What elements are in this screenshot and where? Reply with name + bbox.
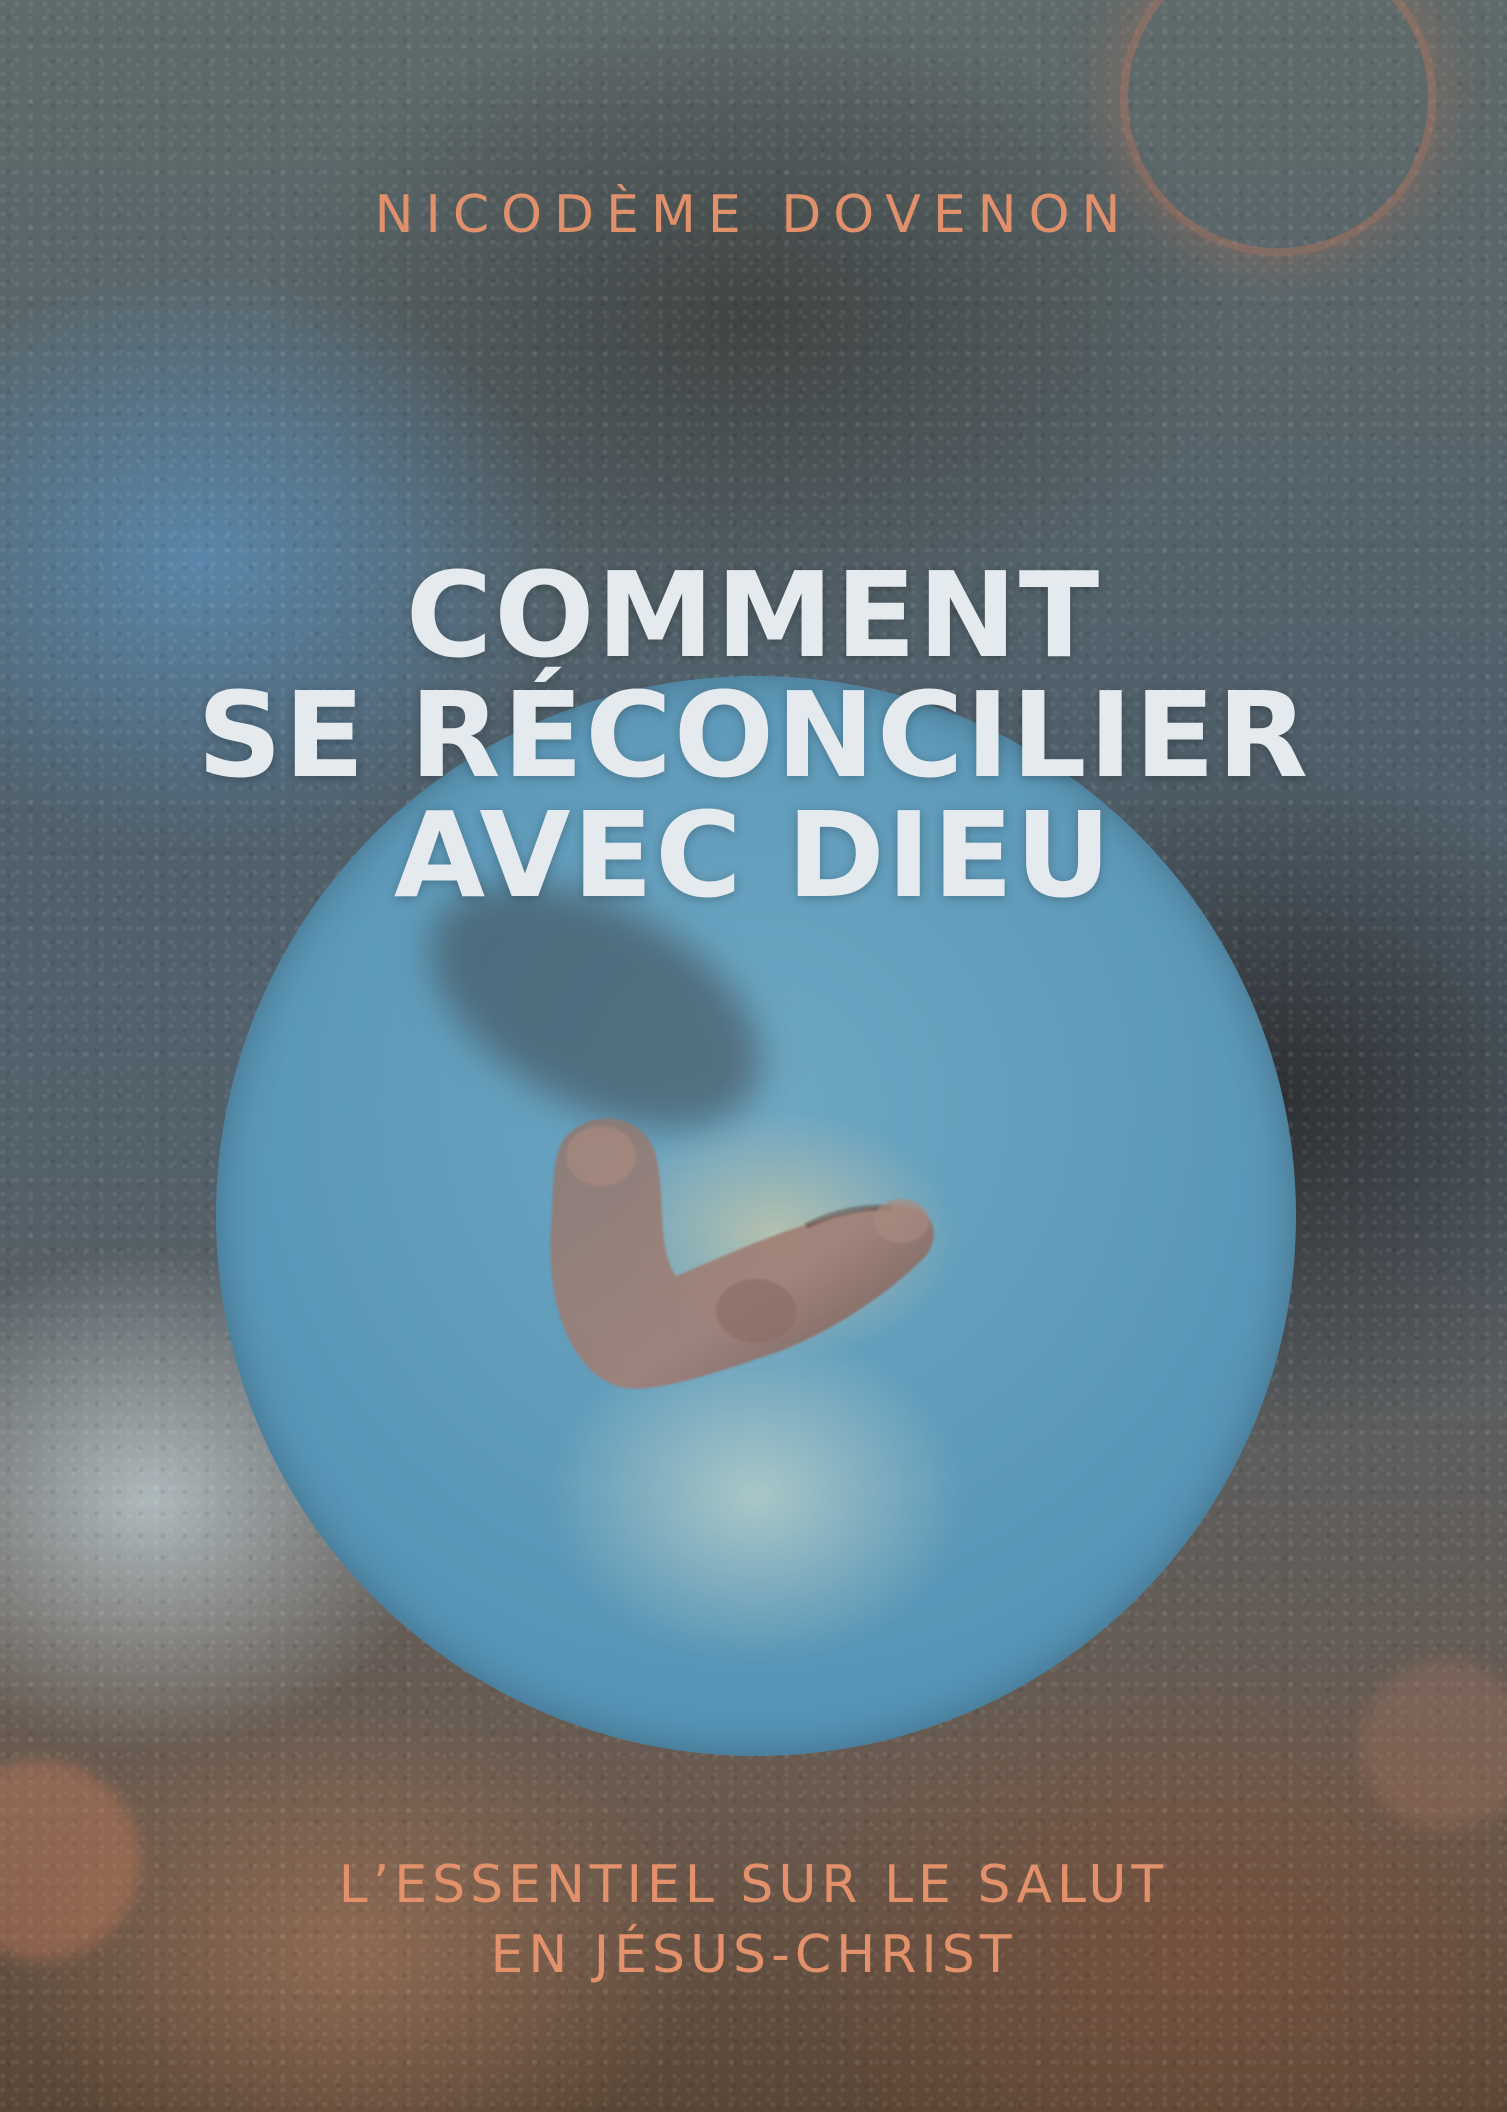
book-title: COMMENT SE RÉCONCILIER AVEC DIEU: [0, 555, 1507, 915]
book-cover: NICODÈME DOVENON COMMENT SE RÉCONCILIER …: [0, 0, 1507, 2112]
title-line: SE RÉCONCILIER: [197, 666, 1310, 804]
title-line: COMMENT: [405, 546, 1102, 684]
outstretched-hand-image: [550, 1118, 934, 1389]
subtitle-line: L’ESSENTIEL SUR LE SALUT: [338, 1855, 1169, 1915]
subtitle-line: EN JÉSUS-CHRIST: [490, 1925, 1017, 1985]
book-subtitle: L’ESSENTIEL SUR LE SALUT EN JÉSUS-CHRIST: [0, 1850, 1507, 1990]
author-name: NICODÈME DOVENON: [374, 185, 1133, 245]
title-line: AVEC DIEU: [393, 786, 1114, 924]
bokeh-light: [1360, 1660, 1507, 1830]
